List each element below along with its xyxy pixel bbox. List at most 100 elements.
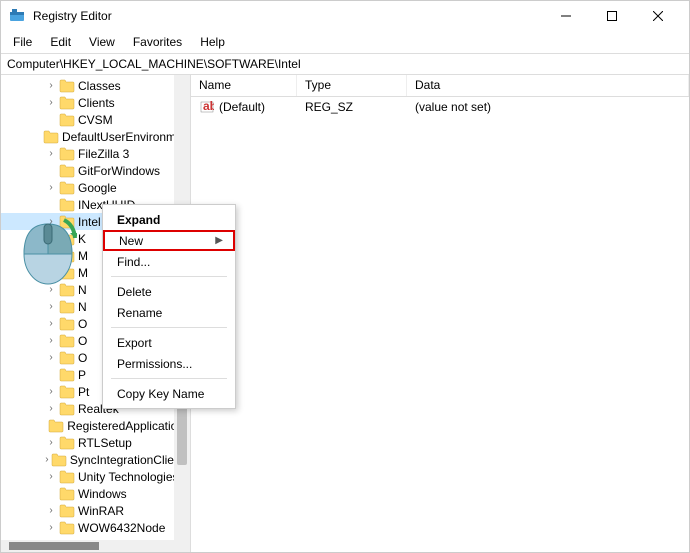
menu-edit[interactable]: Edit — [42, 33, 79, 51]
list-body: ab(Default)REG_SZ(value not set) — [191, 97, 689, 117]
expander-icon[interactable]: › — [43, 520, 59, 536]
tree-item-label: SyncIntegrationClients — [70, 453, 190, 467]
expander-icon[interactable]: › — [43, 282, 59, 298]
tree-item-label: N — [78, 300, 87, 314]
ctx-delete[interactable]: Delete — [103, 281, 235, 302]
tree-item-label: K — [78, 232, 86, 246]
expander-icon[interactable]: › — [43, 401, 59, 417]
col-name[interactable]: Name — [191, 75, 297, 96]
folder-icon — [51, 453, 67, 467]
close-button[interactable] — [635, 1, 681, 31]
folder-icon — [48, 419, 64, 433]
tree-item-label: Google — [78, 181, 117, 195]
menu-help[interactable]: Help — [192, 33, 233, 51]
address-bar[interactable]: Computer\HKEY_LOCAL_MACHINE\SOFTWARE\Int… — [1, 53, 689, 75]
tree-item[interactable]: GitForWindows — [1, 162, 190, 179]
string-value-icon: ab — [199, 99, 215, 115]
tree-item-label: M — [78, 249, 88, 263]
folder-icon — [59, 232, 75, 246]
folder-icon — [59, 283, 75, 297]
tree-item[interactable]: ›WinRAR — [1, 502, 190, 519]
ctx-find[interactable]: Find... — [103, 251, 235, 272]
tree-item-label: Unity Technologies — [78, 470, 179, 484]
expander-icon[interactable]: › — [43, 452, 51, 468]
tree-item-label: WOW6432Node — [78, 521, 165, 535]
expander-icon[interactable]: › — [43, 469, 59, 485]
tree-item[interactable]: › Google — [1, 179, 190, 196]
expander-spacer — [43, 367, 59, 383]
tree-item-label: Classes — [78, 79, 121, 93]
tree-item[interactable]: › WOW6432Node — [1, 519, 190, 536]
value-name: (Default) — [219, 100, 265, 114]
folder-icon — [59, 181, 75, 195]
expander-icon[interactable]: › — [43, 231, 59, 247]
tree-item[interactable]: RegisteredApplications — [1, 417, 190, 434]
expander-spacer — [43, 486, 59, 502]
expander-icon[interactable]: › — [43, 180, 59, 196]
minimize-button[interactable] — [543, 1, 589, 31]
menu-file[interactable]: File — [5, 33, 40, 51]
folder-icon — [59, 436, 75, 450]
folder-icon — [59, 487, 75, 501]
expander-icon[interactable]: › — [43, 78, 59, 94]
expander-icon[interactable]: › — [43, 350, 59, 366]
folder-icon — [59, 504, 75, 518]
col-data[interactable]: Data — [407, 75, 689, 96]
ctx-expand[interactable]: Expand — [103, 209, 235, 230]
col-type[interactable]: Type — [297, 75, 407, 96]
folder-icon — [59, 368, 75, 382]
folder-icon — [59, 164, 75, 178]
expander-icon[interactable]: › — [43, 435, 59, 451]
tree-item[interactable]: ›Clients — [1, 94, 190, 111]
expander-icon[interactable]: › — [43, 384, 59, 400]
tree-hscrollbar[interactable] — [1, 540, 190, 552]
context-menu: Expand New▶ Find... Delete Rename Export… — [102, 204, 236, 409]
folder-icon — [59, 317, 75, 331]
tree-item[interactable]: › Classes — [1, 77, 190, 94]
folder-icon — [59, 198, 75, 212]
expander-icon[interactable]: › — [43, 214, 59, 230]
folder-icon — [59, 402, 75, 416]
expander-icon[interactable]: › — [43, 248, 59, 264]
tree-item[interactable]: Windows — [1, 485, 190, 502]
value-type: REG_SZ — [297, 98, 407, 116]
tree-item[interactable]: DefaultUserEnvironment — [1, 128, 190, 145]
titlebar: Registry Editor — [1, 1, 689, 31]
expander-icon[interactable]: › — [43, 265, 59, 281]
folder-icon — [59, 266, 75, 280]
menu-view[interactable]: View — [81, 33, 123, 51]
expander-icon[interactable]: › — [43, 316, 59, 332]
expander-icon[interactable]: › — [43, 146, 59, 162]
ctx-permissions[interactable]: Permissions... — [103, 353, 235, 374]
tree-item-label: O — [78, 317, 87, 331]
tree-item[interactable]: CVSM — [1, 111, 190, 128]
tree-item[interactable]: › FileZilla 3 — [1, 145, 190, 162]
expander-icon[interactable]: › — [43, 299, 59, 315]
expander-spacer — [43, 112, 59, 128]
tree-item[interactable]: ›RTLSetup — [1, 434, 190, 451]
list-row[interactable]: ab(Default)REG_SZ(value not set) — [191, 97, 689, 117]
ctx-rename[interactable]: Rename — [103, 302, 235, 323]
ctx-copy-key[interactable]: Copy Key Name — [103, 383, 235, 404]
ctx-new[interactable]: New▶ — [103, 230, 235, 251]
tree-item-label: M — [78, 266, 88, 280]
tree-item[interactable]: › Unity Technologies — [1, 468, 190, 485]
expander-icon[interactable]: › — [43, 503, 59, 519]
ctx-export[interactable]: Export — [103, 332, 235, 353]
app-icon — [9, 8, 25, 24]
tree-hscroll-thumb[interactable] — [9, 542, 99, 550]
folder-icon — [59, 96, 75, 110]
menu-favorites[interactable]: Favorites — [125, 33, 190, 51]
tree-item[interactable]: › SyncIntegrationClients — [1, 451, 190, 468]
tree-item-label: FileZilla 3 — [78, 147, 129, 161]
expander-spacer — [43, 163, 59, 179]
chevron-right-icon: ▶ — [215, 235, 223, 246]
window-controls — [543, 1, 681, 31]
expander-icon[interactable]: › — [43, 95, 59, 111]
expander-icon[interactable]: › — [43, 333, 59, 349]
tree-item-label: RegisteredApplications — [67, 419, 190, 433]
folder-icon — [59, 334, 75, 348]
tree-item-label: O — [78, 351, 87, 365]
maximize-button[interactable] — [589, 1, 635, 31]
tree-item-label: Intel — [78, 215, 101, 229]
